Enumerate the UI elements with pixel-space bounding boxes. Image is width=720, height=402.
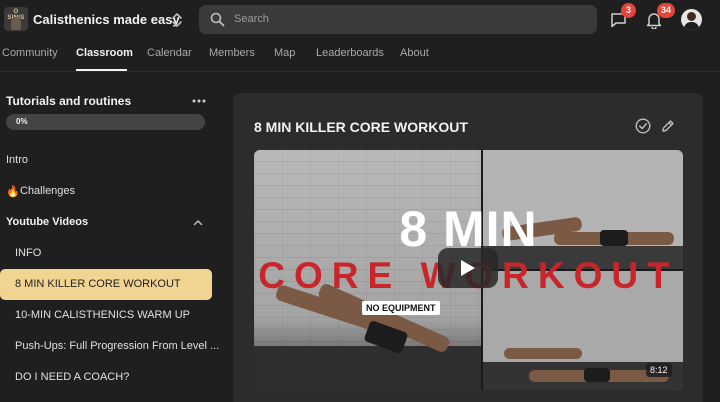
avatar-body — [684, 22, 699, 30]
tab-leaderboards[interactable]: Leaderboards — [316, 47, 384, 59]
logo-figure — [11, 17, 21, 30]
sidebar-section-youtube-videos[interactable]: Youtube Videos — [0, 207, 212, 238]
sidebar-item-label: 8 MIN KILLER CORE WORKOUT — [15, 278, 181, 290]
chat-badge: 3 — [621, 3, 636, 18]
chevron-up-icon[interactable] — [193, 219, 203, 226]
pencil-icon[interactable] — [661, 119, 675, 133]
sidebar-item-label: Intro — [6, 154, 29, 166]
video-duration: 8:12 — [646, 363, 672, 377]
nav-tabs: Community Classroom Calendar Members Map… — [0, 40, 720, 72]
sidebar-item-info[interactable]: INFO — [0, 238, 212, 269]
sidebar-item-label: Challenges — [20, 185, 76, 197]
sidebar-item-label: 10-MIN CALISTHENICS WARM UP — [15, 309, 191, 321]
sidebar-item-core-workout[interactable]: 8 MIN KILLER CORE WORKOUT — [0, 269, 212, 300]
video-player[interactable]: 8 MIN CORE WORKOUT NO EQUIPMENT 8:12 — [254, 150, 683, 390]
athlete-figure — [504, 348, 582, 359]
search-placeholder: Search — [234, 13, 269, 25]
sidebar-item-label: Push-Ups: Full Progression From Level ..… — [15, 340, 220, 352]
tab-calendar[interactable]: Calendar — [147, 47, 192, 59]
lesson-title: 8 MIN KILLER CORE WORKOUT — [254, 119, 468, 135]
play-button[interactable] — [438, 248, 498, 288]
sidebar-item-warm-up[interactable]: 10-MIN CALISTHENICS WARM UP — [0, 300, 212, 331]
avatar[interactable] — [681, 9, 702, 30]
video-floor — [254, 346, 482, 390]
play-icon — [461, 260, 475, 276]
more-options-icon[interactable] — [192, 99, 206, 103]
tab-community[interactable]: Community — [2, 47, 58, 59]
sidebar-item-push-ups[interactable]: Push-Ups: Full Progression From Level ..… — [0, 331, 219, 362]
sidebar-item-label: INFO — [15, 247, 42, 259]
tab-map[interactable]: Map — [274, 47, 295, 59]
search-icon — [210, 12, 225, 27]
fire-icon: 🔥 — [6, 186, 20, 198]
check-circle-icon[interactable] — [635, 118, 651, 134]
search-input[interactable]: Search — [199, 5, 597, 34]
sidebar-item-label: DO I NEED A COACH? — [15, 371, 130, 383]
sidebar-section-label: Youtube Videos — [6, 216, 89, 228]
course-progress-bar: 0% — [6, 114, 205, 130]
community-name[interactable]: Calisthenics made easy — [33, 12, 180, 27]
video-tag: NO EQUIPMENT — [362, 301, 440, 315]
tab-classroom[interactable]: Classroom — [76, 47, 133, 59]
avatar-head — [687, 12, 696, 21]
chevron-up-down-icon[interactable] — [170, 11, 184, 29]
active-tab-indicator — [76, 69, 127, 71]
top-bar: O SINIS Calisthenics made easy Search 3 … — [0, 0, 720, 40]
progress-label: 0% — [16, 117, 28, 126]
tab-members[interactable]: Members — [209, 47, 255, 59]
sidebar-item-coach[interactable]: DO I NEED A COACH? — [0, 362, 212, 393]
sidebar-item-intro[interactable]: Intro — [0, 145, 212, 176]
athlete-shorts — [584, 368, 610, 382]
tab-about[interactable]: About — [400, 47, 429, 59]
sidebar-item-challenges[interactable]: 🔥 Challenges — [0, 176, 212, 207]
notifications-badge: 34 — [657, 3, 676, 18]
course-sidebar: Tutorials and routines 0% Intro 🔥 Challe… — [0, 72, 220, 402]
course-title: Tutorials and routines — [6, 94, 132, 108]
community-logo[interactable]: O SINIS — [4, 7, 28, 31]
lesson-panel: 8 MIN KILLER CORE WORKOUT 8 MIN CORE WOR… — [233, 93, 703, 402]
